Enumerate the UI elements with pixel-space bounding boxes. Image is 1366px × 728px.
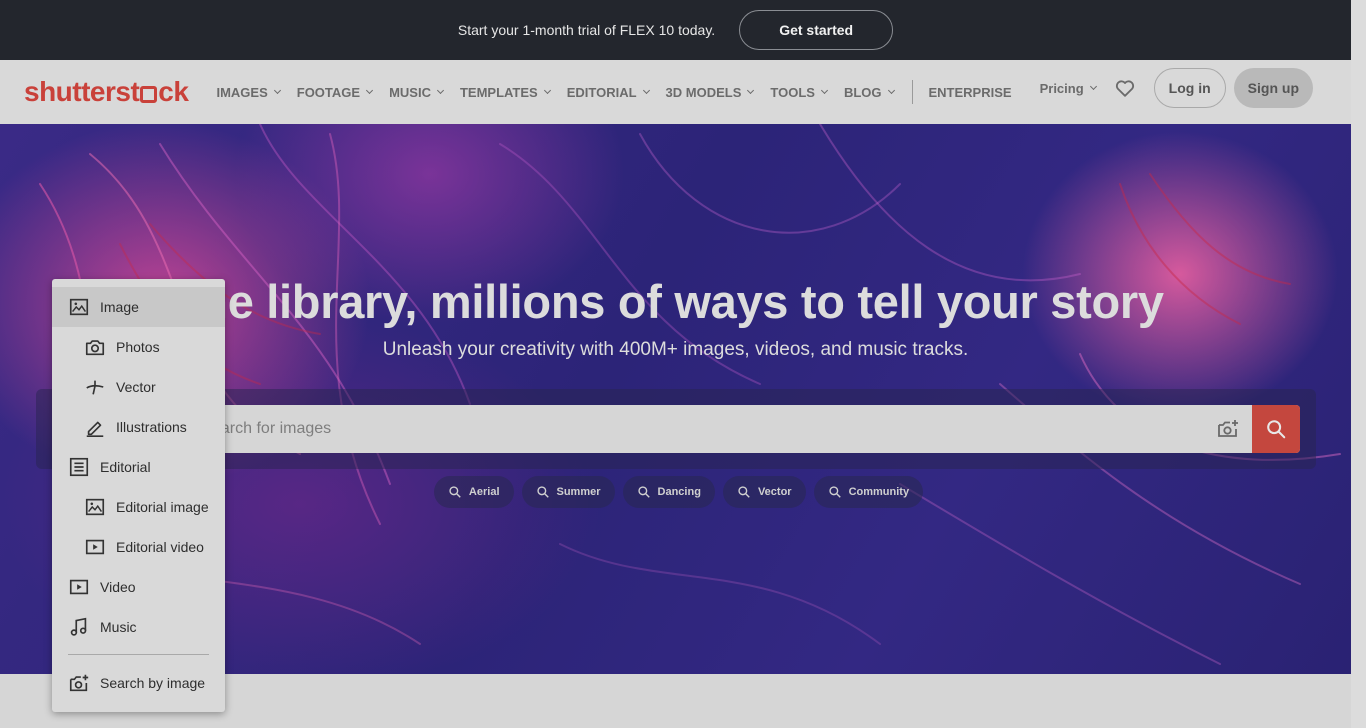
chevron-down-icon — [543, 86, 551, 94]
nav-music[interactable]: MUSIC — [389, 84, 444, 100]
image-icon — [85, 498, 105, 516]
nav-footage-label: FOOTAGE — [296, 84, 361, 100]
image-icon — [69, 298, 89, 316]
search-box — [52, 405, 1300, 453]
chevron-down-icon — [887, 86, 895, 94]
search-button[interactable] — [1252, 405, 1300, 453]
nav-templates-label: TEMPLATES — [459, 84, 538, 100]
dropdown-item-image[interactable]: Image — [52, 287, 225, 327]
dropdown-item-illustrations[interactable]: Illustrations — [52, 407, 225, 447]
chip-label: Community — [848, 486, 910, 498]
promo-banner: Start your 1-month trial of FLEX 10 toda… — [0, 0, 1351, 60]
chevron-down-icon — [436, 86, 444, 94]
nav-editorial[interactable]: EDITORIAL — [566, 84, 650, 100]
dropdown-item-video[interactable]: Video — [52, 567, 225, 607]
camera-plus-icon — [69, 674, 89, 692]
nav-footage[interactable]: FOOTAGE — [296, 84, 374, 100]
chevron-down-icon — [642, 86, 650, 94]
page-scrollbar[interactable] — [1351, 0, 1366, 728]
header-actions: Pricing Log in Sign up — [1040, 68, 1313, 108]
vector-icon — [86, 380, 104, 395]
nav-blog[interactable]: BLOG — [843, 84, 895, 100]
dropdown-item-editorial-video[interactable]: Editorial video — [52, 527, 225, 567]
chevron-down-icon — [1089, 82, 1097, 90]
chip-label: Summer — [556, 486, 601, 498]
dropdown-item-label: Illustrations — [116, 419, 187, 435]
chip-community[interactable]: Community — [813, 476, 924, 508]
shutterstock-logo[interactable]: shutterst ck — [24, 76, 189, 108]
nav-blog-label: BLOG — [843, 84, 882, 100]
chip-label: Dancing — [657, 486, 701, 498]
nav-enterprise[interactable]: ENTERPRISE — [929, 85, 1012, 100]
search-icon — [828, 486, 841, 498]
nav-3d-models[interactable]: 3D MODELS — [665, 84, 755, 100]
chip-label: Aerial — [468, 486, 500, 498]
play-icon — [85, 539, 105, 555]
chevron-down-icon — [747, 86, 755, 94]
dropdown-item-label: Editorial video — [116, 539, 204, 555]
chevron-down-icon — [273, 86, 281, 94]
signup-button[interactable]: Sign up — [1233, 68, 1313, 108]
logo-text-part2: ck — [158, 76, 189, 107]
dropdown-item-photos[interactable]: Photos — [52, 327, 225, 367]
nav-tools[interactable]: TOOLS — [770, 84, 828, 100]
chip-vector[interactable]: Vector — [722, 476, 806, 508]
promo-text: Start your 1-month trial of FLEX 10 toda… — [457, 22, 716, 38]
nav-images[interactable]: IMAGES — [216, 84, 281, 100]
dropdown-item-label: Video — [100, 579, 136, 595]
dropdown-item-label: Music — [100, 619, 137, 635]
search-icon — [536, 486, 549, 498]
nav-images-label: IMAGES — [216, 84, 268, 100]
nav-templates[interactable]: TEMPLATES — [459, 84, 551, 100]
chip-summer[interactable]: Summer — [521, 476, 615, 508]
dropdown-item-label: Editorial image — [116, 499, 209, 515]
document-icon — [69, 457, 89, 477]
dropdown-item-music[interactable]: Music — [52, 607, 225, 647]
search-container — [36, 389, 1316, 469]
search-by-image-icon[interactable] — [1216, 417, 1240, 441]
heart-icon[interactable] — [1114, 77, 1136, 99]
chip-dancing[interactable]: Dancing — [622, 476, 715, 508]
dropdown-item-editorial[interactable]: Editorial — [52, 447, 225, 487]
camera-icon — [85, 340, 105, 356]
music-note-icon — [70, 617, 87, 636]
search-icon — [738, 486, 750, 498]
nav-editorial-label: EDITORIAL — [566, 84, 637, 100]
dropdown-item-label: Search by image — [100, 675, 206, 691]
nav-music-label: MUSIC — [389, 84, 431, 100]
chevron-down-icon — [820, 86, 828, 94]
chip-label: Vector — [757, 486, 792, 498]
pricing-label: Pricing — [1039, 80, 1084, 96]
dropdown-item-search-by-image[interactable]: Search by image — [52, 663, 225, 703]
nav-3d-models-label: 3D MODELS — [665, 84, 742, 100]
search-icon — [1267, 420, 1286, 439]
pricing-menu[interactable]: Pricing — [1039, 80, 1097, 96]
search-input[interactable] — [212, 405, 1172, 453]
dropdown-item-vector[interactable]: Vector — [52, 367, 225, 407]
get-started-button[interactable]: Get started — [739, 10, 894, 50]
chevron-down-icon — [366, 86, 374, 94]
pen-icon — [86, 421, 104, 437]
login-button[interactable]: Log in — [1153, 68, 1226, 108]
dropdown-item-label: Vector — [116, 379, 156, 395]
main-nav: IMAGES FOOTAGE MUSIC TEMPLATES EDITORIAL… — [216, 80, 1028, 104]
search-icon — [449, 486, 461, 498]
play-icon — [69, 579, 89, 595]
logo-text-part1: shutterst — [24, 76, 140, 107]
logo-mark-icon — [140, 85, 158, 103]
chip-aerial[interactable]: Aerial — [433, 476, 514, 508]
dropdown-divider — [68, 654, 209, 655]
dropdown-item-label: Image — [100, 299, 139, 315]
search-icon — [637, 486, 650, 498]
dropdown-item-label: Editorial — [100, 459, 151, 475]
media-type-dropdown: Image Photos Vector Illustrations Editor… — [52, 279, 225, 712]
dropdown-item-label: Photos — [116, 339, 160, 355]
dropdown-item-editorial-image[interactable]: Editorial image — [52, 487, 225, 527]
site-header: shutterst ck IMAGES FOOTAGE MUSIC TEMPLAT… — [0, 60, 1351, 124]
nav-tools-label: TOOLS — [770, 84, 815, 100]
nav-divider — [911, 80, 913, 104]
